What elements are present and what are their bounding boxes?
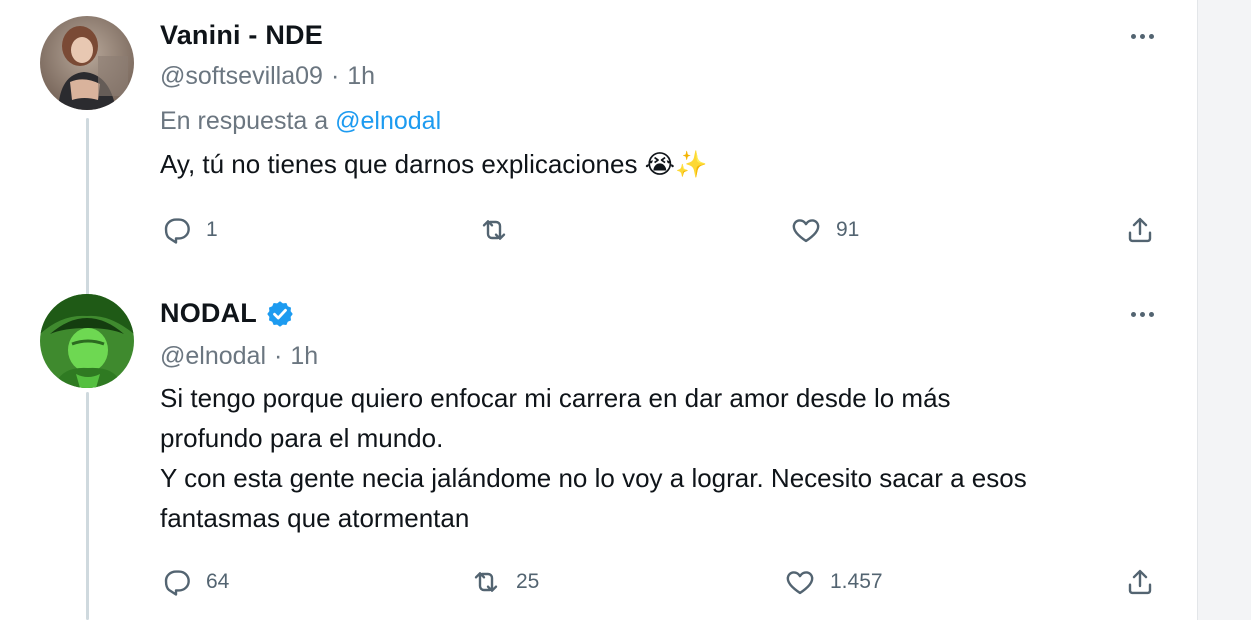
share-icon xyxy=(1128,217,1152,243)
like-button[interactable]: 91 xyxy=(790,210,859,250)
tweet-text-line: Si tengo porque quiero enfocar mi carrer… xyxy=(160,383,951,413)
tweet-reply[interactable]: Vanini - NDE @softsevilla09 · 1h En resp… xyxy=(0,0,1197,290)
tweet-text-line: fantasmas que atormentan xyxy=(160,503,470,533)
reply-mention-link[interactable]: @elnodal xyxy=(335,107,441,135)
retweet-button[interactable] xyxy=(478,210,524,250)
tweet-text-line: Y con esta gente necia jalándome no lo v… xyxy=(160,463,1027,493)
display-name[interactable]: Vanini - NDE xyxy=(160,20,323,51)
more-icon-dot xyxy=(1139,33,1145,39)
more-icon-dot xyxy=(1139,311,1145,317)
reply-icon xyxy=(164,218,190,244)
tweet-thread: Vanini - NDE @softsevilla09 · 1h En resp… xyxy=(0,0,1197,620)
more-icon-dot xyxy=(1148,33,1154,39)
reply-icon xyxy=(164,570,190,596)
display-name[interactable]: NODAL xyxy=(160,298,257,329)
avatar-image xyxy=(40,294,134,388)
tweet-text-line: Ay, tú no tienes que darnos explicacione… xyxy=(160,149,708,179)
timestamp[interactable]: 1h xyxy=(290,342,318,371)
more-icon-dot xyxy=(1148,311,1154,317)
retweet-icon xyxy=(482,220,506,240)
reply-count: 1 xyxy=(206,218,218,241)
avatar[interactable] xyxy=(40,16,134,110)
like-count: 91 xyxy=(836,218,860,241)
tweet-text-line: profundo para el mundo. xyxy=(160,423,444,453)
tweet-text: Si tengo porque quiero enfocar mi carrer… xyxy=(160,378,1170,538)
reply-button[interactable]: 1 xyxy=(160,210,218,250)
verified-badge-icon xyxy=(267,300,293,327)
more-icon xyxy=(1130,311,1136,317)
handle[interactable]: @elnodal xyxy=(160,342,266,371)
avatar[interactable] xyxy=(40,294,134,388)
tweet-actions: 64 25 1.457 xyxy=(160,562,1170,602)
handle[interactable]: @softsevilla09 xyxy=(160,62,323,91)
more-options-button[interactable] xyxy=(1122,24,1162,48)
tweet-text: Ay, tú no tienes que darnos explicacione… xyxy=(160,144,1170,184)
heart-icon xyxy=(792,219,820,243)
reply-prefix: En respuesta a xyxy=(160,107,329,135)
page-background-gutter xyxy=(1197,0,1251,620)
tweet-main[interactable]: NODAL @elnodal · 1h Si tengo porque quie… xyxy=(0,290,1197,620)
reply-count: 64 xyxy=(206,570,230,593)
separator: · xyxy=(330,62,340,90)
reply-button[interactable]: 64 xyxy=(160,562,229,602)
separator: · xyxy=(274,342,283,370)
timestamp[interactable]: 1h xyxy=(347,62,375,91)
more-icon xyxy=(1130,33,1136,39)
avatar-image xyxy=(40,16,134,110)
retweet-icon xyxy=(474,572,498,592)
tweet-actions: 1 91 xyxy=(160,210,1170,250)
reply-context: En respuesta a @elnodal xyxy=(160,107,441,136)
retweet-button[interactable]: 25 xyxy=(470,562,539,602)
more-options-button[interactable] xyxy=(1122,302,1162,326)
share-button[interactable] xyxy=(1124,210,1156,250)
share-icon xyxy=(1128,569,1152,595)
like-button[interactable]: 1.457 xyxy=(784,562,883,602)
retweet-count: 25 xyxy=(516,570,540,593)
like-count: 1.457 xyxy=(830,570,883,593)
share-button[interactable] xyxy=(1124,562,1156,602)
heart-icon xyxy=(786,571,814,595)
